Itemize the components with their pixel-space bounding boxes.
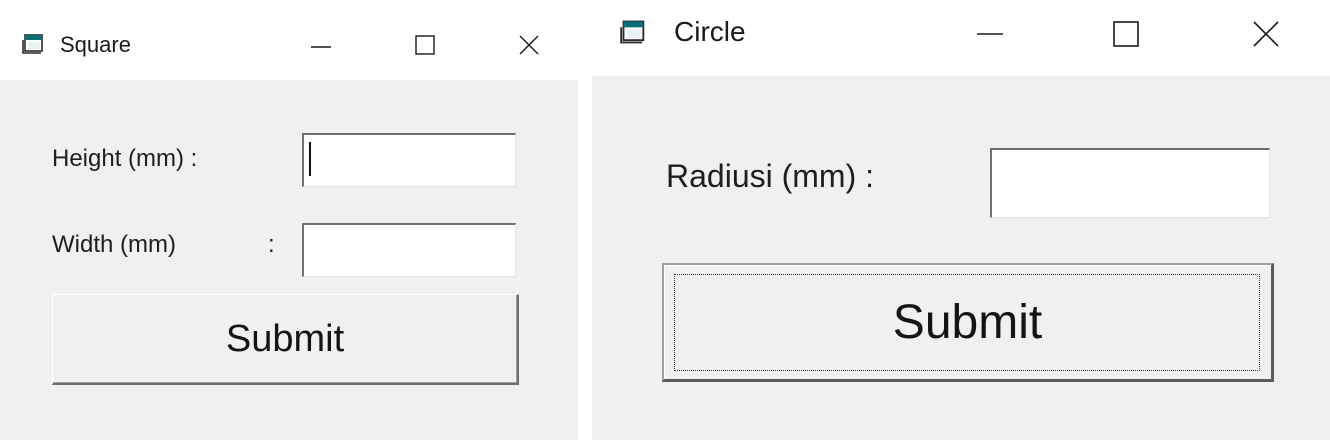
close-icon <box>519 35 539 55</box>
radius-label: Radiusi (mm) : <box>666 158 875 194</box>
maximize-icon <box>415 35 435 55</box>
square-window: Square Height (mm) : Width (mm) : Submit <box>0 0 578 440</box>
minimize-icon <box>977 33 1003 35</box>
maximize-icon <box>1113 21 1139 47</box>
circle-minimize-button[interactable] <box>962 10 1018 58</box>
width-input[interactable] <box>302 223 516 277</box>
square-window-title: Square <box>60 32 131 57</box>
square-maximize-button[interactable] <box>402 24 448 66</box>
circle-window: Circle Radiusi (mm) : Submit <box>592 0 1330 440</box>
square-window-icon <box>22 33 46 55</box>
circle-close-button[interactable] <box>1238 10 1294 58</box>
height-label: Height (mm) : <box>52 145 198 172</box>
circle-submit-button[interactable]: Submit <box>662 263 1274 382</box>
circle-window-icon <box>620 19 648 45</box>
square-submit-button[interactable]: Submit <box>52 294 519 385</box>
width-label: Width (mm) <box>52 231 176 258</box>
height-input[interactable] <box>302 133 516 187</box>
square-close-button[interactable] <box>506 24 552 66</box>
square-minimize-button[interactable] <box>298 24 344 66</box>
square-title-bar[interactable]: Square <box>0 0 578 80</box>
radius-input[interactable] <box>990 148 1270 218</box>
width-label-colon: : <box>268 231 275 258</box>
circle-maximize-button[interactable] <box>1098 10 1154 58</box>
minimize-icon <box>311 46 331 48</box>
circle-title-bar[interactable]: Circle <box>592 0 1330 76</box>
close-icon <box>1253 21 1279 47</box>
height-input-caret <box>309 142 311 176</box>
circle-window-title: Circle <box>674 16 746 47</box>
